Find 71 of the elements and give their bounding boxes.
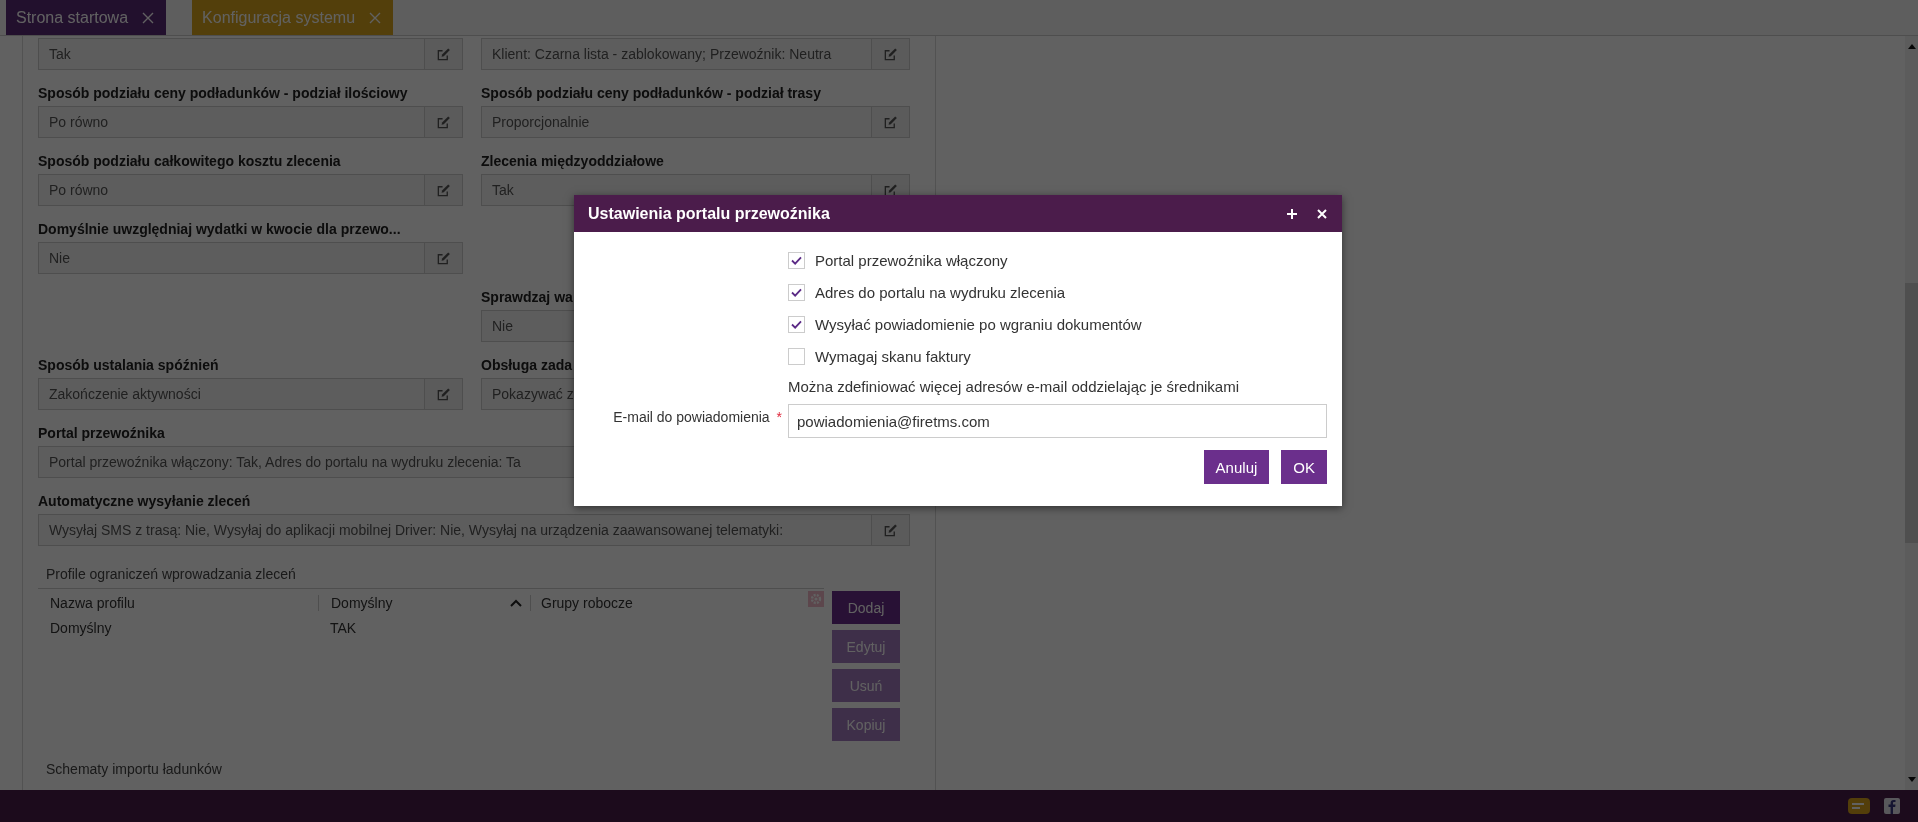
text-field[interactable]: Klient: Czarna lista - zablokowany; Przewoźnik: Neutra (481, 38, 872, 70)
plus-icon[interactable] (1286, 207, 1298, 220)
column-header[interactable]: Domyślny (318, 595, 530, 611)
edit-icon (883, 46, 898, 62)
edit-icon (436, 46, 451, 62)
checkbox-label: Wysyłać powiadomienie po wgraniu dokumentów (815, 315, 1142, 333)
text-field[interactable]: Tak (38, 38, 425, 70)
edit-icon (436, 182, 451, 198)
field-label: Sposób ustalania spóźnień (38, 356, 219, 375)
dialog-button[interactable]: Anuluj (1203, 450, 1270, 484)
scroll-down-icon[interactable] (1907, 777, 1916, 782)
close-icon[interactable] (1316, 207, 1328, 220)
section-title: Profile ograniczeń wprowadzania zleceń (38, 560, 824, 589)
tab[interactable]: Strona startowa (6, 0, 167, 35)
checkmark-icon (791, 287, 802, 297)
field-label: Obsługa zada (481, 356, 573, 375)
checkbox[interactable] (788, 315, 805, 333)
scroll-up-icon[interactable] (1907, 44, 1916, 49)
checkbox-label: Adres do portalu na wydruku zlecenia (815, 283, 1066, 301)
edit-icon (883, 522, 898, 538)
field-label: Sposób podziału ceny podładunków - podział ilościowy (38, 84, 408, 103)
edit-button[interactable] (872, 514, 910, 546)
edit-button[interactable] (425, 242, 463, 274)
edit-icon (436, 250, 451, 266)
dialog-title: Ustawienia portalu przewoźnika (588, 204, 830, 223)
text-field[interactable]: Po równo (38, 106, 425, 138)
edit-button[interactable] (425, 378, 463, 410)
checkbox[interactable] (788, 283, 805, 301)
edit-icon (436, 386, 451, 402)
email-field[interactable]: powiadomienia@firetms.com (788, 404, 1327, 438)
tab[interactable]: Konfiguracja systemu (192, 0, 394, 35)
edit-button[interactable] (425, 106, 463, 138)
text-field[interactable]: Nie (38, 242, 425, 274)
edit-icon (883, 114, 898, 130)
checkbox[interactable] (788, 347, 805, 365)
column-header[interactable]: Grupy robocze (530, 595, 730, 611)
field-label: Domyślnie uwzględniaj wydatki w kwocie dla przewo... (38, 220, 401, 239)
text-field[interactable]: Zakończenie aktywności (38, 378, 425, 410)
chat-icon[interactable] (1848, 798, 1870, 814)
edit-icon (436, 114, 451, 130)
checkmark-icon (791, 319, 802, 329)
edit-button[interactable] (425, 174, 463, 206)
field-label: Sposób podziału całkowitego kosztu zlecenia (38, 152, 341, 171)
checkbox[interactable] (788, 251, 805, 269)
facebook-icon[interactable] (1884, 798, 1900, 814)
column-header[interactable]: Nazwa profilu (38, 595, 318, 611)
field-label: E-mail do powiadomienia (613, 409, 770, 425)
required-mark: * (776, 409, 782, 425)
checkmark-icon (791, 255, 802, 265)
settings-icon[interactable] (808, 591, 824, 607)
table-cell-text: TAK (330, 620, 358, 636)
text-field[interactable]: Proporcjonalnie (481, 106, 872, 138)
action-button[interactable]: Dodaj (832, 591, 900, 624)
dialog-button[interactable]: OK (1281, 450, 1327, 484)
checkbox-label: Wymagaj skanu faktury (815, 347, 971, 365)
sort-caret-icon (510, 599, 522, 607)
hint-text: Można zdefiniować więcej adresów e-mail oddzielając je średnikami (788, 378, 1241, 397)
section-title: Schematy importu ładunków (45, 760, 223, 779)
checkbox-label: Portal przewoźnika włączony (815, 251, 1008, 269)
field-label: Zlecenia międzyoddziałowe (481, 152, 664, 171)
field-label: Sposób podziału ceny podładunków - podział trasy (481, 84, 821, 103)
field-label: Automatyczne wysyłanie zleceń (38, 492, 251, 511)
edit-button[interactable] (872, 38, 910, 70)
edit-button[interactable] (872, 106, 910, 138)
field-label: Portal przewoźnika (38, 424, 165, 443)
field-label: Sprawdzaj wa (481, 288, 573, 307)
edit-button[interactable] (425, 38, 463, 70)
text-field[interactable]: Po równo (38, 174, 425, 206)
table-cell-text: Domyślny (49, 620, 113, 636)
scrollbar[interactable] (1905, 36, 1918, 790)
text-field[interactable]: Wysyłaj SMS z trasą: Nie, Wysyłaj do aplikacji mobilnej Driver: Nie, Wysyłaj na urządzenia zaawansowanej telematyki: (38, 514, 872, 546)
